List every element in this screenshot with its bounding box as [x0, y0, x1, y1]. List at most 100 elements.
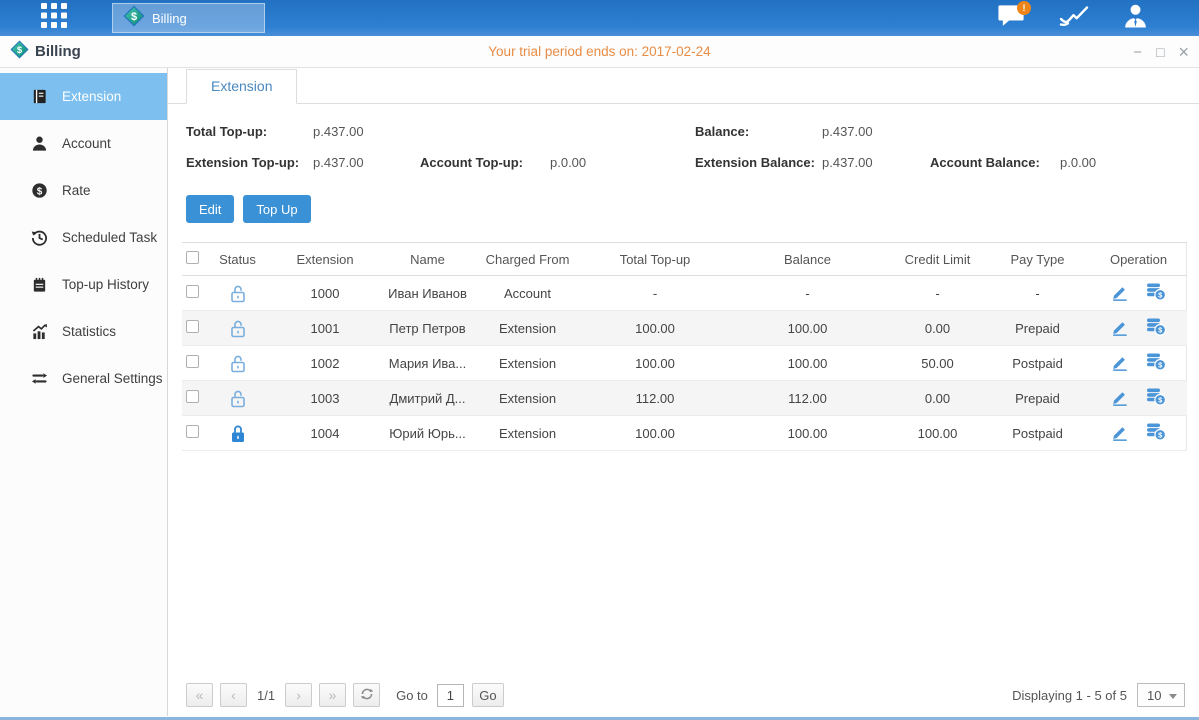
edit-button[interactable]: Edit [186, 195, 234, 223]
sidebar-item-account[interactable]: Account [0, 120, 167, 167]
taskbar-billing-label: Billing [152, 11, 187, 26]
cell-credit-limit: 0.00 [890, 381, 985, 416]
go-button[interactable]: Go [472, 683, 504, 707]
lock-status-icon [230, 424, 246, 439]
window-title: Billing [35, 43, 81, 60]
sidebar: Extension Account $ Rate Scheduled Task [0, 68, 168, 716]
first-page-button[interactable]: « [186, 683, 213, 707]
cell-pay-type: Prepaid [985, 381, 1090, 416]
cell-credit-limit: 50.00 [890, 346, 985, 381]
page-indicator: 1/1 [257, 688, 275, 703]
notification-badge: ! [1017, 1, 1031, 15]
cell-pay-type: Postpaid [985, 416, 1090, 451]
reports-button[interactable] [1058, 4, 1089, 32]
edit-row-icon[interactable] [1111, 283, 1129, 304]
lock-open-icon [230, 354, 246, 373]
cell-extension: 1000 [265, 276, 385, 311]
cell-extension: 1001 [265, 311, 385, 346]
account-topup-label: Account Top-up: [420, 155, 550, 170]
sidebar-item-label: Statistics [62, 324, 116, 339]
account-balance-value: p.0.00 [1060, 155, 1199, 170]
dollar-circle-icon: $ [30, 182, 49, 199]
tab-extension[interactable]: Extension [186, 69, 297, 104]
cell-total-topup: 100.00 [585, 346, 725, 381]
sidebar-item-label: General Settings [62, 371, 163, 386]
select-all-checkbox[interactable] [186, 251, 199, 264]
cell-total-topup: - [585, 276, 725, 311]
row-checkbox[interactable] [186, 320, 199, 333]
row-checkbox[interactable] [186, 355, 199, 368]
top-up-row-icon[interactable]: $ [1146, 317, 1166, 339]
cell-name: Петр Петров [385, 311, 470, 346]
prev-page-button[interactable]: ‹ [220, 683, 247, 707]
top-up-row-icon[interactable]: $ [1146, 422, 1166, 444]
cell-total-topup: 100.00 [585, 311, 725, 346]
lock-closed-icon [230, 424, 246, 443]
grid-icon [40, 3, 68, 33]
last-page-button[interactable]: » [319, 683, 346, 707]
row-checkbox[interactable] [186, 425, 199, 438]
refresh-button[interactable] [353, 683, 380, 707]
balance-label: Balance: [695, 124, 822, 139]
balance-value: p.437.00 [822, 124, 930, 139]
row-checkbox[interactable] [186, 285, 199, 298]
svg-text:$: $ [37, 186, 43, 197]
messages-button[interactable]: ! [996, 4, 1027, 32]
cell-pay-type: Postpaid [985, 346, 1090, 381]
sidebar-item-label: Account [62, 136, 111, 151]
table-row: 1001 Петр Петров Extension 100.00 100.00… [182, 311, 1187, 346]
sidebar-item-label: Extension [62, 89, 121, 104]
cell-name: Юрий Юрь... [385, 416, 470, 451]
sidebar-item-statistics[interactable]: Statistics [0, 308, 167, 355]
billing-diamond-icon: $ [123, 5, 145, 32]
sidebar-item-extension[interactable]: Extension [0, 73, 167, 120]
svg-text:$: $ [131, 10, 137, 22]
close-button[interactable]: × [1178, 43, 1189, 61]
history-clock-icon [30, 229, 49, 246]
displaying-text: Displaying 1 - 5 of 5 [1012, 688, 1127, 703]
sidebar-item-rate[interactable]: $ Rate [0, 167, 167, 214]
cell-balance: - [725, 276, 890, 311]
cell-extension: 1002 [265, 346, 385, 381]
lock-open-icon [230, 389, 246, 408]
next-page-button[interactable]: › [285, 683, 312, 707]
edit-row-icon[interactable] [1111, 423, 1129, 444]
line-chart-icon [1059, 4, 1089, 33]
title-bar: $ Billing Your trial period ends on: 201… [0, 36, 1199, 68]
account-menu-button[interactable] [1120, 4, 1151, 32]
top-up-row-icon[interactable]: $ [1146, 282, 1166, 304]
caret-down-icon [1169, 694, 1177, 699]
extension-balance-value: p.437.00 [822, 155, 930, 170]
page-size-select[interactable]: 10 [1137, 683, 1185, 707]
sidebar-item-scheduled-task[interactable]: Scheduled Task [0, 214, 167, 261]
app-launcher-button[interactable] [38, 4, 70, 32]
sidebar-item-label: Rate [62, 183, 91, 198]
lock-status-icon [230, 354, 246, 369]
top-up-button[interactable]: Top Up [243, 195, 310, 223]
cell-balance: 100.00 [725, 311, 890, 346]
sliders-icon [30, 370, 49, 387]
taskbar-billing-button[interactable]: $ Billing [112, 3, 265, 33]
sidebar-item-general-settings[interactable]: General Settings [0, 355, 167, 402]
top-up-row-icon[interactable]: $ [1146, 387, 1166, 409]
edit-row-icon[interactable] [1111, 353, 1129, 374]
lock-open-icon [230, 284, 246, 303]
col-name: Name [385, 243, 470, 276]
minimize-button[interactable]: − [1133, 45, 1142, 60]
cell-total-topup: 112.00 [585, 381, 725, 416]
person-icon [30, 135, 49, 152]
tab-strip: Extension [168, 68, 1199, 104]
col-operation: Operation [1090, 243, 1187, 276]
sidebar-item-topup-history[interactable]: Top-up History [0, 261, 167, 308]
top-up-row-icon[interactable]: $ [1146, 352, 1166, 374]
edit-row-icon[interactable] [1111, 318, 1129, 339]
edit-row-icon[interactable] [1111, 388, 1129, 409]
row-checkbox[interactable] [186, 390, 199, 403]
cell-balance: 100.00 [725, 346, 890, 381]
goto-label: Go to [396, 688, 428, 703]
lock-status-icon [230, 284, 246, 299]
maximize-button[interactable]: □ [1156, 45, 1164, 59]
goto-page-input[interactable] [437, 684, 464, 707]
cell-charged-from: Extension [470, 416, 585, 451]
col-credit-limit: Credit Limit [890, 243, 985, 276]
